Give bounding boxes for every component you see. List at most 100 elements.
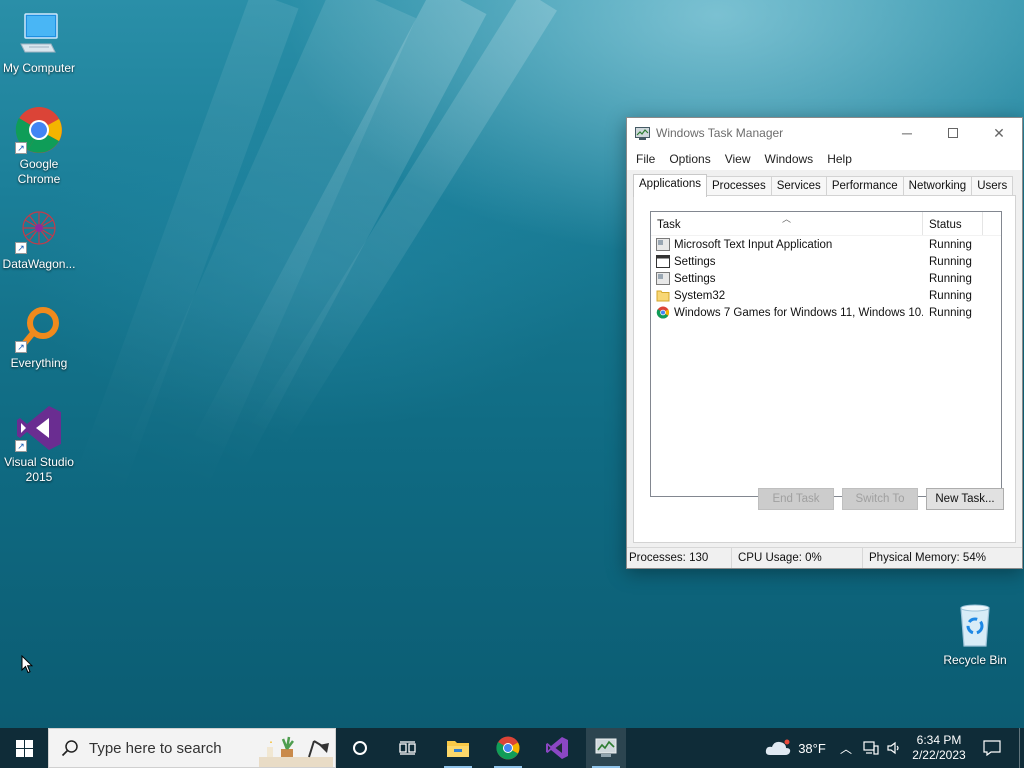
- desktop-icon-my-computer[interactable]: My Computer: [0, 10, 78, 76]
- desktop-icon-everything[interactable]: ↗ Everything: [0, 305, 78, 371]
- list-item[interactable]: Settings Running: [651, 270, 1001, 287]
- datawagon-icon: ↗: [15, 206, 63, 254]
- menu-help[interactable]: Help: [820, 152, 859, 166]
- new-task-button[interactable]: New Task...: [926, 488, 1004, 510]
- taskbar-file-explorer[interactable]: [438, 728, 478, 768]
- clock-date: 2/22/2023: [912, 748, 966, 762]
- desktop-icon-google-chrome[interactable]: ↗ Google Chrome: [0, 106, 78, 187]
- window-app-icon: [656, 238, 670, 251]
- applications-list[interactable]: ︿ Task Status Microsoft Text Input Appli…: [650, 211, 1002, 497]
- task-name: Microsoft Text Input Application: [674, 238, 833, 251]
- desktop-icon-label: Visual Studio 2015: [4, 455, 74, 484]
- end-task-button[interactable]: End Task: [758, 488, 834, 510]
- list-item[interactable]: Microsoft Text Input Application Running: [651, 236, 1001, 253]
- task-status: Running: [929, 255, 972, 268]
- task-name: Windows 7 Games for Windows 11, Windows …: [674, 306, 923, 319]
- task-manager-icon: [635, 126, 650, 140]
- physical-memory: Physical Memory: 54%: [869, 552, 986, 564]
- tab-performance[interactable]: Performance: [825, 176, 904, 196]
- task-manager-icon: [595, 738, 617, 757]
- tab-services[interactable]: Services: [770, 176, 827, 196]
- menu-options[interactable]: Options: [662, 152, 717, 166]
- weather-widget[interactable]: 38°F: [760, 728, 830, 768]
- list-item[interactable]: System32 Running: [651, 287, 1001, 304]
- network-icon: [863, 741, 879, 755]
- task-manager-body: Applications Processes Services Performa…: [627, 170, 1022, 548]
- menu-file[interactable]: File: [629, 152, 662, 166]
- search-placeholder: Type here to search: [89, 739, 222, 757]
- shortcut-arrow-icon: ↗: [15, 341, 27, 353]
- taskbar-chrome[interactable]: [488, 728, 528, 768]
- file-explorer-icon: [447, 741, 469, 757]
- desktop-icon-recycle-bin[interactable]: Recycle Bin: [936, 602, 1014, 668]
- cortana-icon: [353, 741, 367, 755]
- taskbar-visual-studio[interactable]: [537, 728, 577, 768]
- chrome-icon: ↗: [15, 106, 63, 154]
- tab-strip: Applications Processes Services Performa…: [633, 174, 1014, 197]
- taskbar-task-manager[interactable]: [586, 728, 626, 768]
- task-name: Settings: [674, 272, 716, 285]
- volume-tray-button[interactable]: [884, 728, 906, 768]
- taskbar: Type here to search 38°F ︿ 6:34 PM 2/22/…: [0, 728, 1024, 768]
- window-app-icon: [656, 272, 670, 285]
- start-button[interactable]: [0, 728, 48, 768]
- list-item[interactable]: Settings Running: [651, 253, 1001, 270]
- close-icon: ✕: [993, 124, 1005, 141]
- settings-window-icon: [656, 255, 670, 268]
- desktop-icon-label: Recycle Bin: [943, 653, 1007, 667]
- windows-logo-icon: [15, 739, 33, 757]
- chevron-up-icon: ︿: [839, 741, 852, 756]
- desktop-icon-label: DataWagon...: [2, 257, 76, 271]
- taskbar-search-box[interactable]: Type here to search: [48, 728, 336, 768]
- mouse-cursor-icon: [21, 655, 33, 674]
- weather-temperature: 38°F: [798, 740, 826, 756]
- minimize-icon: ─: [902, 125, 912, 141]
- task-status: Running: [929, 238, 972, 251]
- action-center-button[interactable]: [978, 728, 1006, 768]
- show-hidden-icons-button[interactable]: ︿: [836, 728, 856, 768]
- clock[interactable]: 6:34 PM 2/22/2023: [908, 728, 970, 768]
- notification-icon: [983, 740, 1001, 756]
- tab-networking[interactable]: Networking: [902, 176, 973, 196]
- show-desktop-button[interactable]: [1019, 728, 1024, 768]
- task-name: System32: [674, 289, 726, 302]
- tab-applications[interactable]: Applications: [633, 174, 708, 197]
- column-header-status[interactable]: Status: [923, 212, 983, 235]
- visual-studio-icon: [546, 737, 568, 759]
- desktop-icon-datawagon[interactable]: ↗ DataWagon...: [0, 206, 78, 272]
- menu-windows[interactable]: Windows: [758, 152, 821, 166]
- folder-icon: [656, 289, 670, 302]
- everything-search-icon: ↗: [15, 305, 63, 353]
- switch-to-button[interactable]: Switch To: [842, 488, 918, 510]
- desktop-icon-label: Google Chrome: [17, 157, 61, 186]
- speaker-icon: [887, 741, 899, 755]
- task-status: Running: [929, 272, 972, 285]
- menu-view[interactable]: View: [718, 152, 758, 166]
- minimize-button[interactable]: ─: [884, 118, 930, 148]
- cortana-button[interactable]: [340, 728, 380, 768]
- tab-users[interactable]: Users: [971, 176, 1014, 196]
- processes-count: Processes: 130: [627, 548, 732, 568]
- shortcut-arrow-icon: ↗: [15, 242, 27, 254]
- close-button[interactable]: ✕: [976, 118, 1022, 148]
- computer-icon: [15, 10, 63, 58]
- search-highlight-illustration-icon: [259, 736, 333, 767]
- chrome-icon: [656, 306, 670, 319]
- task-view-button[interactable]: [388, 728, 428, 768]
- window-title: Windows Task Manager: [656, 126, 784, 140]
- sort-ascending-icon: ︿: [782, 214, 792, 224]
- task-status: Running: [929, 289, 972, 302]
- shortcut-arrow-icon: ↗: [15, 440, 27, 452]
- chrome-icon: [496, 736, 520, 760]
- maximize-button[interactable]: [930, 118, 976, 148]
- network-tray-button[interactable]: [860, 728, 882, 768]
- list-header: ︿ Task Status: [651, 212, 1001, 236]
- task-manager-window[interactable]: Windows Task Manager ─ ✕ File Options Vi…: [626, 117, 1023, 569]
- desktop-icon-visual-studio[interactable]: ↗ Visual Studio 2015: [0, 404, 78, 485]
- list-item[interactable]: Windows 7 Games for Windows 11, Windows …: [651, 304, 1001, 321]
- title-bar[interactable]: Windows Task Manager ─ ✕: [627, 118, 1022, 148]
- clock-time: 6:34 PM: [916, 733, 962, 747]
- task-view-icon: [399, 741, 416, 755]
- applications-panel: ︿ Task Status Microsoft Text Input Appli…: [633, 195, 1016, 543]
- tab-processes[interactable]: Processes: [706, 176, 772, 196]
